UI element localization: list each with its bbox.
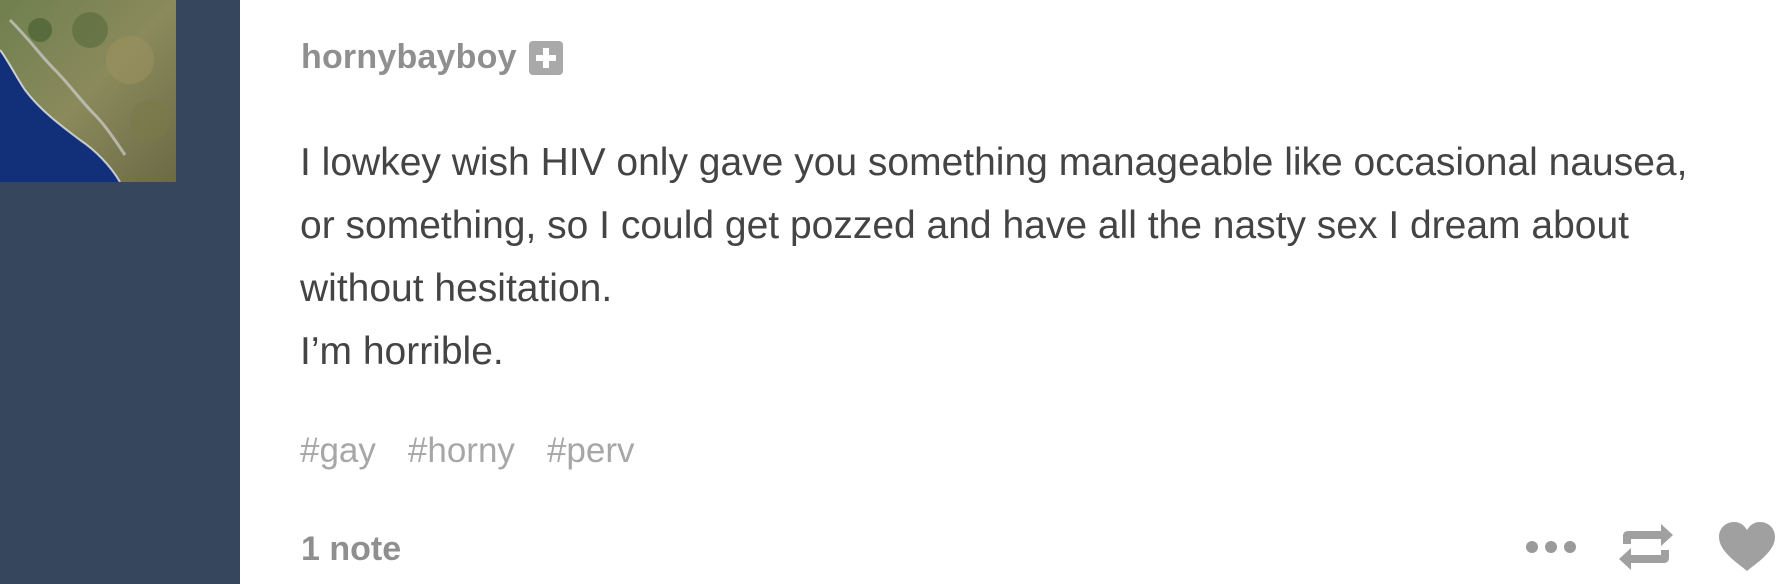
tag-perv[interactable]: #perv	[547, 431, 635, 471]
follow-plus-icon[interactable]	[528, 40, 563, 75]
dashboard-sidebar	[0, 0, 240, 584]
post-body-line: I lowkey wish HIV only gave you somethin…	[300, 141, 1688, 184]
tag-horny[interactable]: #horny	[408, 431, 515, 471]
post-body: I lowkey wish HIV only gave you somethin…	[300, 131, 1792, 383]
post-body-line: I’m horrible.	[300, 330, 504, 373]
post-actions	[1525, 520, 1777, 574]
more-dots-icon[interactable]	[1525, 540, 1577, 554]
post-body-line: or something, so I could get pozzed and …	[300, 204, 1629, 247]
post-tags: #gay #horny #perv	[300, 431, 635, 471]
notes-count[interactable]: 1 note	[301, 530, 401, 568]
blog-avatar[interactable]	[0, 0, 176, 182]
avatar-satellite-map-image	[0, 0, 176, 182]
post-header: hornybayboy	[301, 38, 563, 77]
reblog-icon[interactable]	[1615, 520, 1677, 574]
post-card: hornybayboy I lowkey wish HIV only gave …	[240, 0, 1792, 584]
post-footer: 1 note	[301, 530, 401, 569]
post-username[interactable]: hornybayboy	[301, 38, 517, 77]
tag-gay[interactable]: #gay	[300, 431, 376, 471]
heart-icon[interactable]	[1717, 521, 1777, 573]
post-body-line: without hesitation.	[300, 267, 613, 310]
